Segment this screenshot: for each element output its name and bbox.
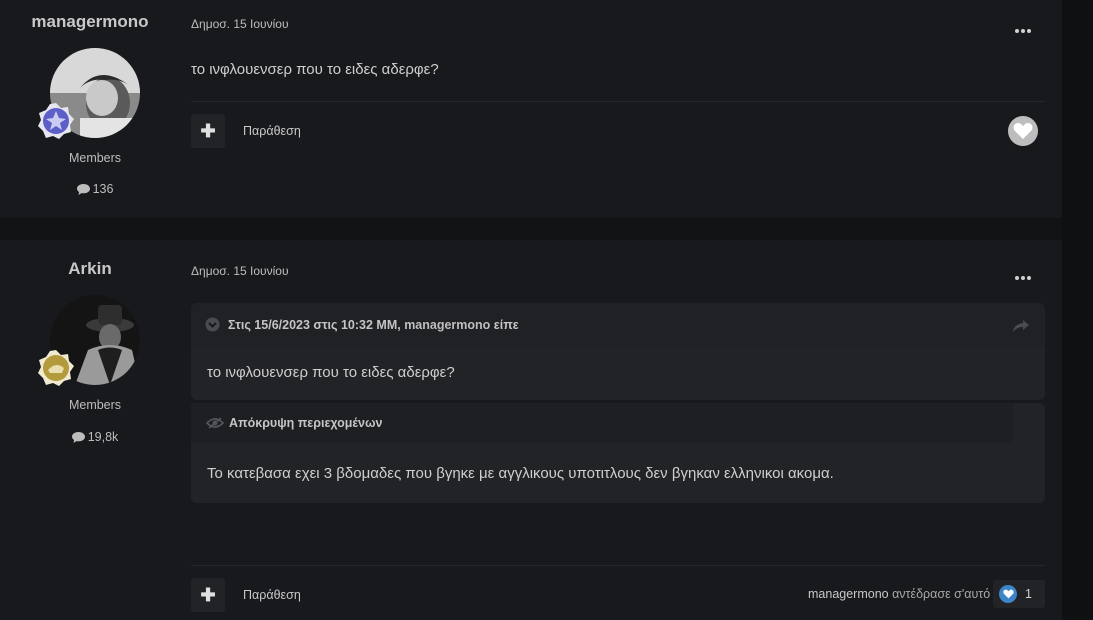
author-name-link[interactable]: Arkin [0,259,180,279]
comment-icon [76,184,90,195]
reaction-text: αντέδρασε σ'αυτό [888,587,991,601]
scroll-edge [1062,0,1093,620]
reaction-user[interactable]: managermono [808,587,889,601]
rank-badge-icon [37,102,75,140]
quote-header[interactable]: Στις 15/6/2023 στις 10:32 ΜΜ, managermon… [191,303,1045,347]
quote-button[interactable]: Παράθεση [243,588,301,602]
chevron-down-icon[interactable] [205,317,220,332]
quote-block: Στις 15/6/2023 στις 10:32 ΜΜ, managermon… [191,303,1045,400]
divider [191,565,1045,566]
post-count[interactable]: 136 [0,182,190,196]
post-date[interactable]: Δημοσ. 15 Ιουνίου [191,264,289,278]
post-count-value: 136 [92,182,114,196]
member-group: Members [68,151,122,165]
more-options-icon[interactable] [1015,20,1035,33]
post-content: το ινφλουενσερ που το ειδες αδερφε? [191,61,439,78]
quote-button[interactable]: Παράθεση [243,124,301,138]
spoiler-header[interactable]: Απόκρυψη περιεχομένων [191,403,1013,443]
quote-citation-suffix: είπε [490,318,519,332]
reaction-summary: managermono αντέδρασε σ'αυτό [808,587,990,601]
author-name-link[interactable]: managermono [0,12,180,32]
go-to-post-arrow-icon[interactable] [1013,320,1029,332]
reaction-badge[interactable]: 1 [993,580,1045,608]
quote-text: το ινφλουενσερ που το ειδες αδερφε? [207,364,455,381]
heart-reaction-icon [999,585,1017,603]
spoiler-block: Απόκρυψη περιεχομένων Το κατεβασα εχει 3… [191,403,1045,503]
post-date[interactable]: Δημοσ. 15 Ιουνίου [191,17,289,31]
multiquote-plus-button[interactable]: ✚ [191,114,225,148]
quote-citation: Στις 15/6/2023 στις 10:32 ΜΜ, managermon… [228,318,519,332]
post-count[interactable]: 19,8k [0,430,190,444]
post-managermono: managermono Members 136 Δημοσ. 15 Ιουνίο… [0,0,1062,218]
multiquote-plus-button[interactable]: ✚ [191,578,225,612]
author-name[interactable]: managermono [31,12,148,31]
spoiler-text: Το κατεβασα εχει 3 βδομαδες που βγηκε με… [207,465,834,482]
like-heart-icon[interactable] [1008,116,1038,146]
comment-icon [71,432,85,443]
quote-citation-date: Στις 15/6/2023 στις 10:32 ΜΜ, [228,318,405,332]
author-name[interactable]: Arkin [68,259,111,278]
divider [191,101,1045,102]
post-count-value: 19,8k [87,430,119,444]
more-options-icon[interactable] [1015,267,1035,280]
reaction-count: 1 [1025,587,1032,601]
rank-badge-icon [37,349,75,387]
quote-citation-author[interactable]: managermono [404,318,490,332]
eye-slash-icon [206,417,224,429]
spoiler-title[interactable]: Απόκρυψη περιεχομένων [229,416,383,430]
member-group: Members [68,398,122,412]
